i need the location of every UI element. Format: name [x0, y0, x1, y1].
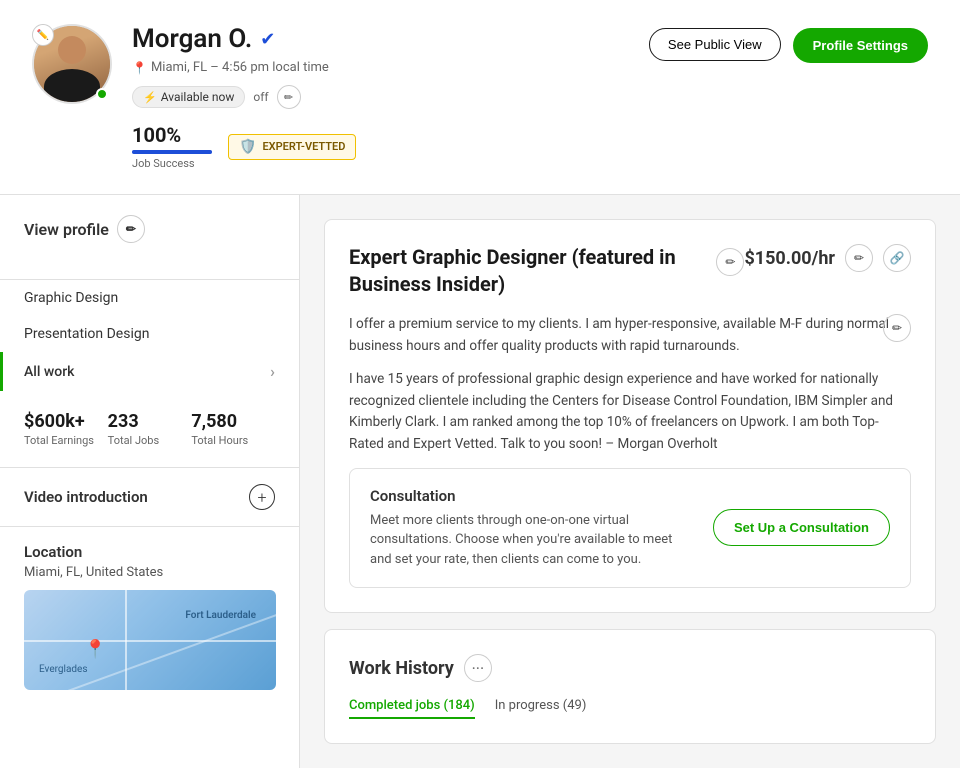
success-bar-fill: [132, 150, 212, 154]
work-history-more-button[interactable]: ···: [464, 654, 492, 682]
sidebar-item-graphic-design[interactable]: Graphic Design: [0, 280, 299, 316]
location-row: 📍 Miami, FL – 4:56 pm local time: [132, 60, 629, 75]
availability-row: ⚡ Available now off ✏: [132, 85, 629, 109]
profile-header: ✏️ Morgan O. ✔ 📍 Miami, FL – 4:56 pm loc…: [0, 0, 960, 195]
sidebar-item-label: Presentation Design: [24, 326, 149, 342]
availability-edit-button[interactable]: ✏: [277, 85, 301, 109]
availability-label: Available now: [161, 90, 235, 104]
profile-info: Morgan O. ✔ 📍 Miami, FL – 4:56 pm local …: [132, 24, 629, 170]
add-video-button[interactable]: +: [249, 484, 275, 510]
success-label: Job Success: [132, 157, 212, 170]
availability-toggle[interactable]: off: [253, 90, 268, 104]
consultation-title: Consultation: [370, 487, 693, 505]
stat-value: 7,580: [191, 411, 275, 432]
map-label-fort-lauderdale: Fort Lauderdale: [185, 610, 256, 621]
tab-in-progress[interactable]: In progress (49): [495, 698, 587, 719]
rate-section: $150.00/hr ✏ 🔗: [744, 244, 911, 272]
work-history-card: Work History ··· Completed jobs (184) In…: [324, 629, 936, 744]
success-bar: [132, 150, 212, 154]
profile-title-card: Expert Graphic Designer (featured in Bus…: [324, 219, 936, 613]
consultation-description: Meet more clients through one-on-one vir…: [370, 511, 693, 570]
stat-earnings: $600k+ Total Earnings: [24, 411, 108, 447]
work-history-tabs: Completed jobs (184) In progress (49): [349, 698, 911, 719]
profile-settings-button[interactable]: Profile Settings: [793, 28, 928, 63]
consultation-card: Consultation Meet more clients through o…: [349, 468, 911, 589]
sidebar: View profile ✏ Graphic Design Presentati…: [0, 195, 300, 768]
bio-edit-button[interactable]: ✏: [883, 314, 911, 342]
consultation-info: Consultation Meet more clients through o…: [370, 487, 693, 570]
edit-avatar-button[interactable]: ✏️: [32, 24, 54, 46]
set-up-consultation-button[interactable]: Set Up a Consultation: [713, 509, 890, 546]
online-indicator: [96, 88, 108, 100]
rate-value: $150.00/hr: [744, 248, 835, 269]
video-intro-title: Video introduction: [24, 488, 148, 506]
stat-label: Total Earnings: [24, 434, 108, 447]
sidebar-item-presentation-design[interactable]: Presentation Design: [0, 316, 299, 352]
header-actions: See Public View Profile Settings: [649, 28, 928, 63]
view-profile-title: View profile ✏: [24, 215, 275, 243]
map-label-everglades: Everglades: [39, 664, 88, 675]
map-road-h: [24, 640, 276, 642]
avatar-container: ✏️: [32, 24, 112, 104]
location-section: Location Miami, FL, United States Fort L…: [0, 527, 299, 706]
title-row: Expert Graphic Designer (featured in Bus…: [349, 244, 911, 298]
success-percentage: 100%: [132, 123, 212, 147]
tab-completed-jobs[interactable]: Completed jobs (184): [349, 698, 475, 719]
stat-label: Total Hours: [191, 434, 275, 447]
job-success-section: 100% Job Success: [132, 123, 212, 170]
availability-tag: ⚡ Available now: [132, 86, 245, 108]
main-layout: View profile ✏ Graphic Design Presentati…: [0, 195, 960, 768]
sidebar-item-label: All work: [24, 364, 74, 380]
expert-vetted-badge: 🛡️ EXPERT-VETTED: [228, 134, 356, 160]
work-history-header: Work History ···: [349, 654, 911, 682]
job-title: Expert Graphic Designer (featured in Bus…: [349, 244, 708, 298]
video-introduction-section: Video introduction +: [0, 468, 299, 527]
sidebar-nav: Graphic Design Presentation Design All w…: [0, 280, 299, 391]
bio-paragraph-1: I offer a premium service to my clients.…: [349, 314, 911, 357]
stat-hours: 7,580 Total Hours: [191, 411, 275, 447]
stat-label: Total Jobs: [108, 434, 192, 447]
page-wrapper: ✏️ Morgan O. ✔ 📍 Miami, FL – 4:56 pm loc…: [0, 0, 960, 768]
map-placeholder: Fort Lauderdale 📍 Everglades: [24, 590, 276, 690]
stat-value: 233: [108, 411, 192, 432]
location-title: Location: [24, 543, 275, 561]
profile-name: Morgan O.: [132, 24, 252, 54]
stat-jobs: 233 Total Jobs: [108, 411, 192, 447]
stat-value: $600k+: [24, 411, 108, 432]
expert-vetted-label: EXPERT-VETTED: [262, 140, 345, 153]
verified-icon: ✔: [260, 29, 275, 50]
title-left: Expert Graphic Designer (featured in Bus…: [349, 244, 744, 298]
map-road-v: [125, 590, 127, 690]
view-profile-label: View profile: [24, 220, 109, 239]
map-pin-icon: 📍: [84, 639, 106, 660]
header-stats-row: 100% Job Success 🛡️ EXPERT-VETTED: [132, 123, 629, 170]
location-icon: 📍: [132, 61, 147, 75]
rate-edit-button[interactable]: ✏: [845, 244, 873, 272]
work-history-title: Work History: [349, 658, 454, 679]
name-row: Morgan O. ✔: [132, 24, 629, 54]
location-text: Miami, FL – 4:56 pm local time: [151, 60, 329, 75]
share-button[interactable]: 🔗: [883, 244, 911, 272]
bio-paragraph-2: I have 15 years of professional graphic …: [349, 369, 911, 455]
sidebar-item-label: Graphic Design: [24, 290, 118, 306]
sidebar-item-all-work[interactable]: All work ›: [0, 352, 299, 391]
shield-icon: 🛡️: [239, 139, 256, 155]
content-area: Expert Graphic Designer (featured in Bus…: [300, 195, 960, 768]
view-profile-section: View profile ✏: [0, 195, 299, 280]
view-profile-edit-button[interactable]: ✏: [117, 215, 145, 243]
lightning-icon: ⚡: [143, 91, 157, 104]
chevron-right-icon: ›: [270, 362, 275, 381]
sidebar-stats: $600k+ Total Earnings 233 Total Jobs 7,5…: [0, 391, 299, 468]
see-public-view-button[interactable]: See Public View: [649, 28, 781, 61]
job-title-edit-button[interactable]: ✏: [716, 248, 744, 276]
bio-section: I offer a premium service to my clients.…: [349, 314, 911, 456]
location-value: Miami, FL, United States: [24, 565, 275, 580]
